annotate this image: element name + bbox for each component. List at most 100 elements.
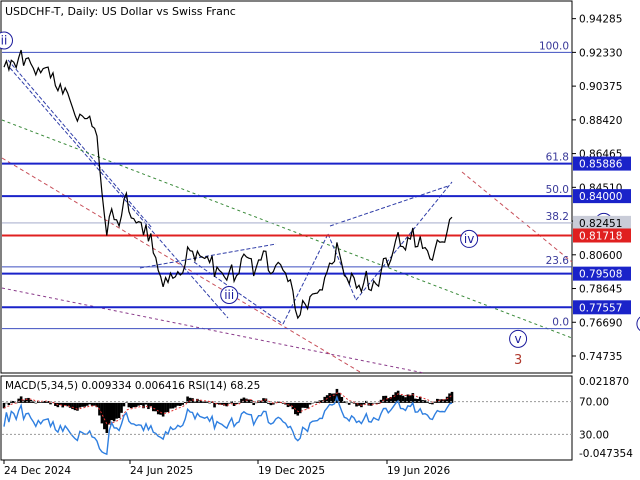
macd-bar: [39, 402, 43, 403]
macd-bar: [423, 400, 427, 403]
price-axis-label: 0.74735: [579, 351, 622, 363]
time-axis: 24 Dec 2024 24 Jun 2025 19 Dec 2025 19 Jun …: [3, 460, 450, 477]
indicator-label: MACD(5,34,5) 0.009334 0.006416 RSI(14) 6…: [5, 380, 260, 392]
macd-bar: [311, 402, 314, 404]
wave-label: iv: [464, 232, 474, 246]
macd-bar: [130, 402, 133, 409]
macd-bar: [374, 402, 378, 404]
macd-bar: [110, 402, 114, 421]
macd-bar: [63, 402, 67, 406]
macd-bar: [413, 398, 417, 403]
macd-bar: [120, 402, 123, 413]
price-axis-label: 0.90375: [579, 81, 622, 93]
macd-bar: [169, 402, 172, 409]
macd-bar: [132, 402, 136, 408]
macd-bar: [345, 402, 349, 404]
macd-bar: [183, 401, 187, 403]
chart-canvas[interactable]: 100.061.850.038.223.60.0 iiiiiivvabc34 0…: [0, 0, 640, 480]
macd-bar: [78, 402, 82, 408]
fib-level-label: 100.0: [539, 40, 569, 52]
macd-bar: [144, 402, 148, 405]
macd-bar: [93, 402, 96, 406]
macd-bar: [154, 402, 158, 412]
fib-level-label: 23.6: [546, 255, 570, 267]
price-tag-label: 0.82451: [579, 218, 622, 230]
macd-bar: [149, 402, 153, 407]
macd-bar: [152, 402, 155, 412]
fib-level-label: 50.0: [546, 184, 569, 196]
price-axis-label: 0.92330: [579, 47, 622, 59]
time-axis-label: 19 Jun 2026: [387, 465, 450, 477]
macd-bar: [7, 402, 11, 406]
macd-bar: [372, 402, 375, 404]
price-axis-label: 0.88420: [579, 115, 622, 127]
price-axis-label: 0.80600: [579, 250, 622, 262]
macd-bar: [313, 402, 317, 403]
macd-bar: [254, 402, 258, 404]
macd-bar: [88, 402, 91, 405]
macd-bar: [174, 402, 177, 408]
rsi-level-label: 30.00: [579, 429, 609, 441]
macd-bar: [147, 402, 150, 410]
macd-bar: [161, 402, 165, 417]
macd-bar: [107, 402, 111, 425]
macd-bar: [303, 402, 307, 408]
macd-bar: [49, 402, 52, 405]
macd-bar: [166, 402, 170, 413]
macd-bar: [208, 402, 211, 404]
macd-bar: [245, 398, 248, 403]
macd-bar: [81, 402, 84, 407]
price-tag-label: 0.85886: [579, 159, 623, 171]
macd-bar: [5, 402, 8, 404]
macd-bar: [122, 402, 126, 407]
macd-bar: [267, 402, 270, 404]
price-tag-label: 0.84000: [579, 191, 622, 203]
macd-bar: [431, 402, 434, 405]
macd-bar: [90, 402, 94, 406]
macd-bar: [347, 402, 351, 405]
macd-bar: [134, 402, 138, 407]
macd-bar: [27, 397, 30, 403]
time-axis-label: 19 Dec 2025: [258, 465, 325, 477]
wave-label: iii: [224, 288, 234, 302]
macd-bar: [352, 402, 356, 404]
macd-bar: [301, 402, 304, 408]
macd-bar: [156, 402, 160, 415]
macd-bar: [125, 402, 128, 403]
macd-bar: [350, 402, 353, 403]
macd-bar: [117, 402, 121, 419]
macd-bar: [139, 402, 143, 406]
wave-label: v: [515, 332, 522, 346]
macd-bar: [176, 402, 180, 406]
macd-bar: [68, 402, 72, 408]
macd-bar: [34, 402, 38, 404]
fib-level-label: 0.0: [552, 317, 569, 329]
macd-bar: [308, 402, 312, 405]
macd-bar: [112, 402, 116, 422]
macd-bar: [127, 402, 131, 408]
fib-level-label: 61.8: [546, 152, 569, 164]
macd-bar: [115, 402, 118, 419]
macd-bar: [83, 402, 87, 407]
time-axis-label: 24 Jun 2025: [130, 465, 193, 477]
macd-bar: [105, 402, 109, 433]
price-tag-label: 0.79508: [579, 269, 622, 281]
time-axis-label: 24 Dec 2024: [4, 465, 71, 477]
macd-bar: [428, 402, 432, 404]
macd-bar: [242, 397, 246, 403]
macd-bar: [252, 402, 256, 406]
macd-bar: [181, 402, 185, 405]
macd-bar: [171, 402, 175, 409]
macd-bar: [178, 402, 182, 406]
macd-bar: [164, 402, 167, 413]
macd-bar: [227, 402, 231, 404]
macd-bar: [306, 402, 309, 409]
price-tag-label: 0.77557: [579, 302, 622, 314]
macd-bar: [269, 402, 273, 406]
wave-label: 3: [514, 353, 522, 368]
macd-bar: [137, 402, 140, 406]
indicator-axis-label: -0.047354: [579, 448, 633, 460]
macd-bar: [416, 398, 420, 403]
price-axis-label: 0.94285: [579, 14, 622, 26]
wave-label: ii: [1, 33, 8, 47]
